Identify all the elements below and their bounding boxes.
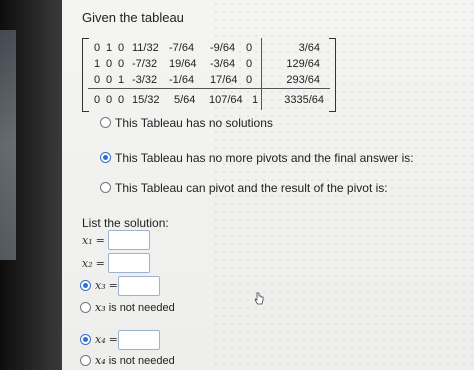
option-can-pivot[interactable]: This Tableau can pivot and the result of… [100,181,388,195]
radio-selected-icon[interactable] [80,279,91,291]
tableau-cell: 0 [106,94,113,106]
radio-selected-icon[interactable] [100,152,111,164]
tableau-cell: 0 [246,58,253,70]
tableau-matrix: 0 1 0 11/32 -7/64 -9/64 0 3/64 1 0 0 -7/… [82,38,336,114]
variable-name: x₄ [95,333,106,346]
radio-icon[interactable] [100,182,111,194]
tableau-cell: 5/64 [174,94,196,106]
tableau-cell: 0 [94,94,101,106]
hand-pointer-icon [254,292,264,305]
option-label: This Tableau has no solutions [115,116,273,130]
matrix-vertical-divider [261,38,262,110]
x1-input[interactable] [108,230,150,250]
variable-name: x₃ [95,301,106,314]
matrix-horizontal-divider [88,88,330,89]
tableau-cell: -3/64 [210,58,236,70]
tableau-cell: 1 [252,94,259,106]
option-no-more-pivots[interactable]: This Tableau has no more pivots and the … [100,151,414,165]
tableau-cell: 0 [118,94,125,106]
variable-name: x₁ [82,234,93,247]
tableau-cell: -1/64 [169,74,195,86]
solution-title: List the solution: [82,216,169,230]
x2-input[interactable] [108,253,150,273]
tableau-cell: -9/64 [210,42,236,54]
x3-input[interactable] [118,276,160,296]
monitor-bezel [0,0,62,370]
tableau-cell: 0 [246,42,253,54]
x4-not-needed-option[interactable]: x₄ is not needed [80,354,175,367]
radio-icon[interactable] [80,354,91,366]
tableau-cell: 0 [106,58,113,70]
radio-icon[interactable] [80,301,91,313]
variable-name: x₃ [95,279,106,292]
variable-x4-label[interactable]: x₄ = [80,333,118,346]
tableau-rhs: 3335/64 [284,94,324,106]
tableau-cell: 1 [94,58,101,70]
bezel-reflection [0,30,16,260]
tableau-rhs: 3/64 [298,42,320,54]
tableau-cell: 15/32 [132,94,160,106]
matrix-bracket-left [82,38,89,112]
variable-name: x₂ [82,257,93,270]
tableau-cell: 17/64 [210,74,238,86]
option-label: This Tableau can pivot and the result of… [115,181,388,195]
tableau-cell: 1 [118,74,125,86]
tableau-cell: 11/32 [132,42,159,54]
x3-not-needed-option[interactable]: x₃ is not needed [80,301,175,314]
matrix-bracket-right [329,38,336,112]
question-title: Given the tableau [82,10,184,25]
tableau-cell: -3/32 [132,74,158,86]
tableau-cell: 0 [118,58,125,70]
question-screen: Given the tableau 0 1 0 11/32 -7/64 -9/6… [62,0,474,370]
option-no-solutions[interactable]: This Tableau has no solutions [100,116,273,130]
tableau-cell: 1 [106,42,113,54]
tableau-cell: 0 [106,74,113,86]
tableau-cell: 0 [118,42,125,54]
not-needed-label: is not needed [108,355,175,367]
not-needed-label: is not needed [108,302,175,314]
tableau-cell: 19/64 [169,58,197,70]
variable-x1-label: x₁ = [82,234,105,247]
tableau-cell: 0 [94,42,101,54]
tableau-cell: -7/32 [132,58,158,70]
tableau-cell: -7/64 [169,42,195,54]
tableau-rhs: 293/64 [286,74,320,86]
radio-icon[interactable] [100,117,111,129]
tableau-cell: 0 [94,74,101,86]
variable-name: x₄ [95,354,106,367]
tableau-cell: 107/64 [209,94,243,106]
variable-x3-label[interactable]: x₃ = [80,279,118,292]
tableau-cell: 0 [246,74,253,86]
variable-x2-label: x₂ = [82,257,105,270]
x4-input[interactable] [118,330,160,350]
tableau-rhs: 129/64 [286,58,320,70]
radio-selected-icon[interactable] [80,333,91,345]
option-label: This Tableau has no more pivots and the … [115,151,414,165]
